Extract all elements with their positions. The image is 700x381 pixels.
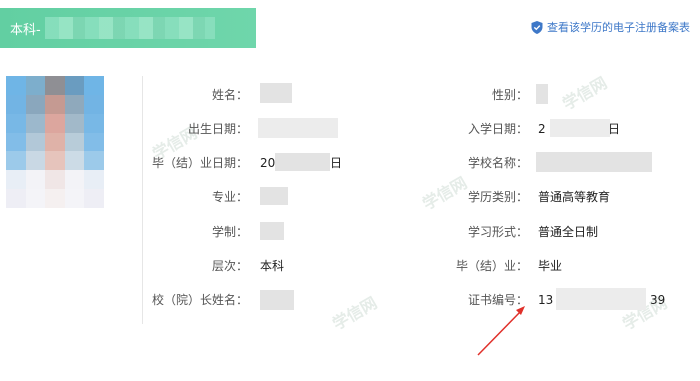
field-value: 毕业 — [538, 259, 563, 273]
redacted-value — [260, 83, 292, 103]
field-label: 层次： — [211, 259, 248, 273]
field-value: 普通全日制 — [538, 225, 599, 239]
field-value: 普通高等教育 — [538, 190, 611, 204]
field-value: 本科 — [260, 259, 285, 273]
field-label: 姓名： — [211, 88, 248, 102]
field-study-length: 学制： — [0, 222, 340, 240]
redacted-value — [258, 118, 338, 138]
field-label: 性别： — [491, 88, 528, 102]
field-gender: 性别： — [400, 84, 700, 104]
redacted-title-area — [44, 17, 215, 39]
redacted-value — [536, 84, 548, 104]
redacted-value — [536, 152, 652, 172]
field-school-name: 学校名称： — [400, 152, 700, 172]
redacted-value — [556, 288, 646, 310]
field-name: 姓名： — [0, 83, 340, 103]
field-value: 2 — [538, 122, 546, 136]
field-label: 学习形式： — [467, 225, 528, 239]
field-value-suffix: 39 — [650, 293, 666, 307]
redacted-value — [260, 222, 284, 240]
field-enrollment-date: 入学日期： 2 日 — [400, 119, 700, 137]
field-label: 学历类别： — [467, 190, 528, 204]
field-value: 13 — [538, 293, 554, 307]
field-label: 入学日期： — [467, 122, 528, 136]
view-registration-record-link[interactable]: 查看该学历的电子注册备案表 — [531, 19, 690, 35]
education-tab-header: 本科- — [0, 8, 256, 48]
field-level: 层次： 本科 — [0, 258, 340, 274]
annotation-arrow-icon — [477, 306, 525, 356]
field-president-name: 校（院）长姓名： — [0, 290, 350, 310]
view-registration-record-label: 查看该学历的电子注册备案表 — [547, 21, 690, 34]
field-value-suffix: 日 — [330, 156, 343, 170]
field-label: 学校名称： — [467, 156, 528, 170]
field-label: 校（院）长姓名： — [151, 293, 248, 307]
field-education-type: 学历类别： 普通高等教育 — [400, 189, 700, 205]
field-value: 20 — [260, 156, 276, 170]
redacted-value — [260, 187, 288, 205]
redacted-value — [260, 290, 294, 310]
field-graduation-date: 毕（结）业日期： 20 日 — [0, 153, 350, 171]
field-certificate-number: 证书编号： 13 39 — [400, 288, 700, 310]
field-value-suffix: 日 — [608, 122, 621, 136]
field-birth-date: 出生日期： — [0, 118, 340, 138]
field-label: 专业： — [211, 190, 248, 204]
redacted-value — [550, 119, 610, 137]
field-label: 出生日期： — [187, 122, 248, 136]
redacted-value — [275, 153, 330, 171]
shield-icon — [531, 20, 543, 34]
field-label: 学制： — [211, 225, 248, 239]
field-label: 毕（结）业日期： — [151, 156, 248, 170]
field-major: 专业： — [0, 187, 340, 205]
education-level-title: 本科- — [10, 22, 41, 38]
field-label: 毕（结）业： — [455, 259, 528, 273]
field-graduation-status: 毕（结）业： 毕业 — [400, 258, 700, 274]
field-study-form: 学习形式： 普通全日制 — [400, 224, 700, 240]
